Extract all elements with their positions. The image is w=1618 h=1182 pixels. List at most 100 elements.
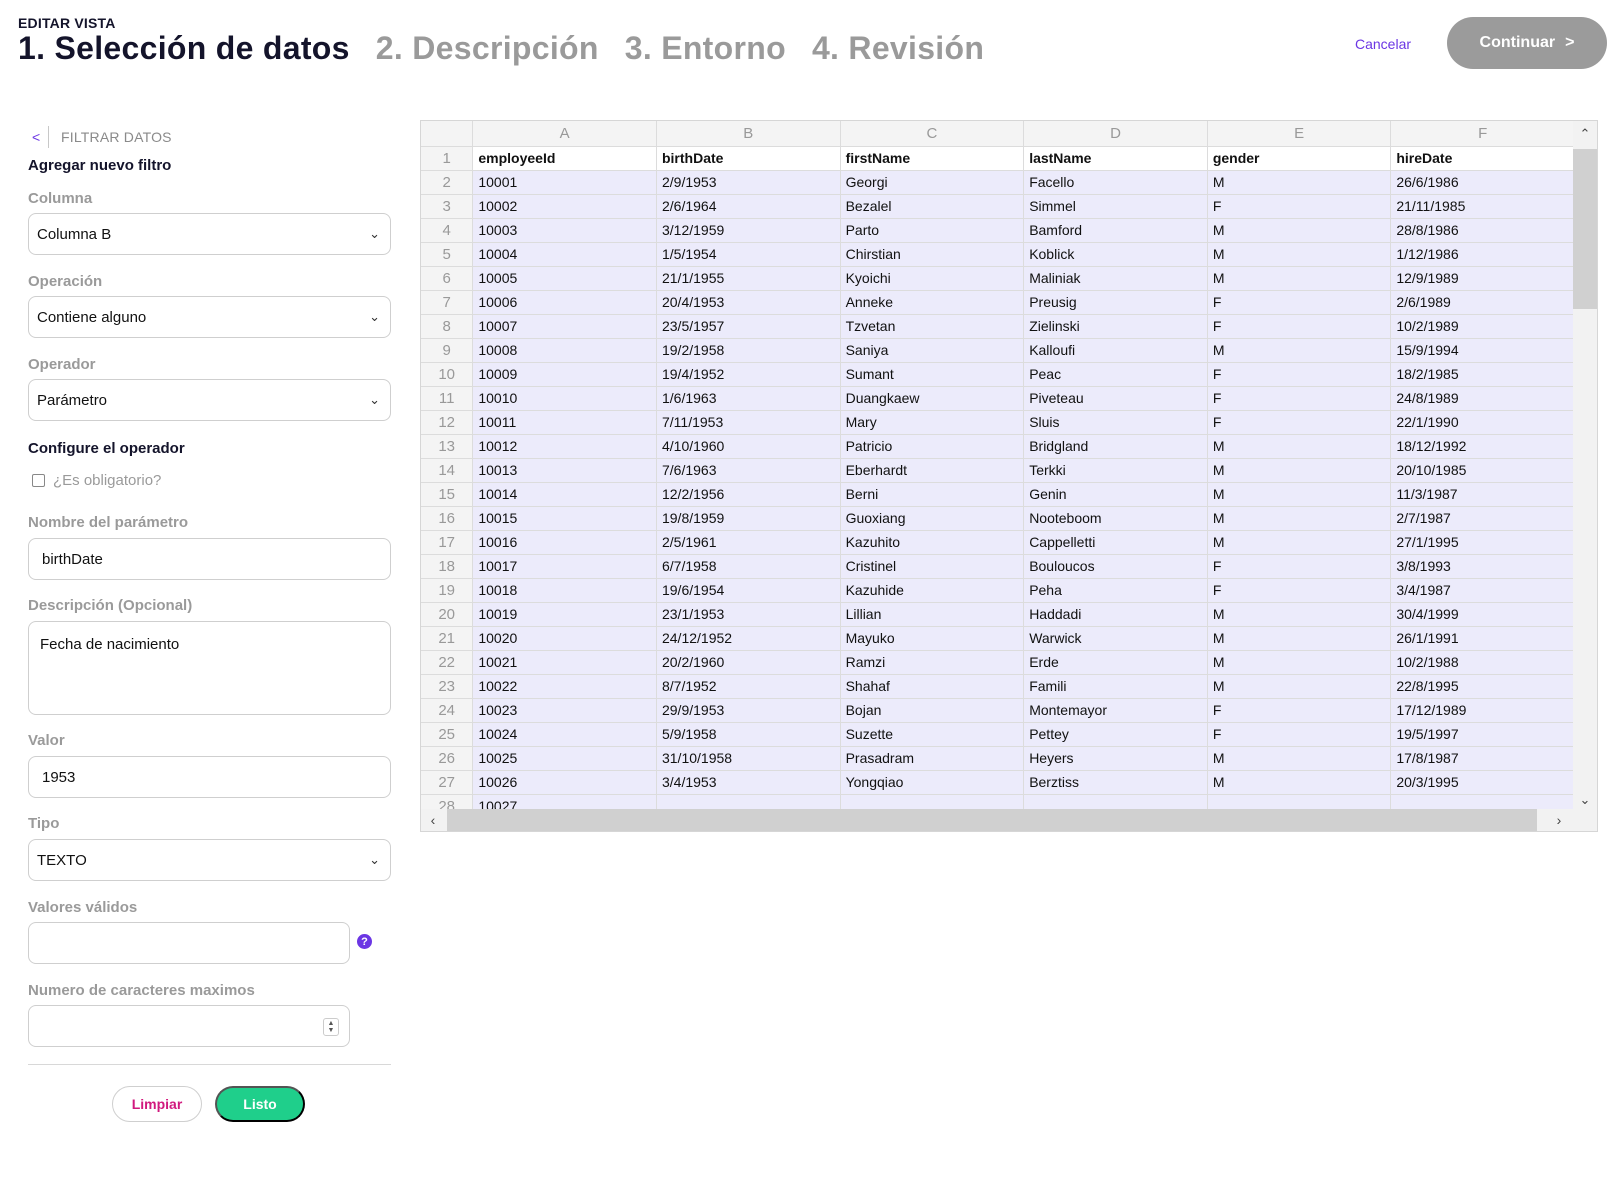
table-cell[interactable]: M <box>1207 482 1392 507</box>
table-cell[interactable]: 11/3/1987 <box>1390 482 1575 507</box>
scroll-left-icon[interactable]: ‹ <box>421 809 445 831</box>
column-letter-header[interactable]: F <box>1390 121 1575 147</box>
table-cell[interactable]: 2/9/1953 <box>656 170 841 195</box>
table-cell[interactable]: 19/2/1958 <box>656 338 841 363</box>
table-cell[interactable]: 10018 <box>472 578 657 603</box>
table-cell[interactable]: Sluis <box>1023 410 1208 435</box>
table-cell[interactable]: Heyers <box>1023 746 1208 771</box>
table-cell[interactable]: Suzette <box>840 722 1025 747</box>
table-cell[interactable]: Mary <box>840 410 1025 435</box>
table-cell[interactable]: F <box>1207 410 1392 435</box>
table-cell[interactable]: Lillian <box>840 602 1025 627</box>
row-number[interactable]: 20 <box>421 602 474 627</box>
table-cell[interactable]: Bridgland <box>1023 434 1208 459</box>
table-cell[interactable]: Georgi <box>840 170 1025 195</box>
table-cell[interactable]: 10022 <box>472 674 657 699</box>
scroll-right-icon[interactable]: › <box>1547 809 1571 831</box>
table-cell[interactable]: Duangkaew <box>840 386 1025 411</box>
table-cell[interactable]: 20/3/1995 <box>1390 770 1575 795</box>
table-cell[interactable]: 10004 <box>472 242 657 267</box>
table-cell[interactable]: 15/9/1994 <box>1390 338 1575 363</box>
table-cell[interactable]: 10/2/1988 <box>1390 650 1575 675</box>
row-number[interactable]: 24 <box>421 698 474 723</box>
horizontal-scrollbar[interactable]: ‹ › <box>421 809 1597 831</box>
description-textarea[interactable]: Fecha de nacimiento <box>28 621 391 715</box>
table-cell[interactable]: F <box>1207 578 1392 603</box>
table-cell[interactable]: Bamford <box>1023 218 1208 243</box>
table-cell[interactable]: 7/6/1963 <box>656 458 841 483</box>
table-cell[interactable]: Famili <box>1023 674 1208 699</box>
table-cell[interactable]: Facello <box>1023 170 1208 195</box>
step-3-environment[interactable]: 3. Entorno <box>625 30 786 67</box>
table-cell[interactable]: M <box>1207 770 1392 795</box>
table-cell[interactable]: 19/5/1997 <box>1390 722 1575 747</box>
cancel-link[interactable]: Cancelar <box>1355 36 1411 52</box>
table-cell[interactable]: 19/8/1959 <box>656 506 841 531</box>
param-name-input[interactable]: birthDate <box>28 538 391 580</box>
table-cell[interactable]: 23/1/1953 <box>656 602 841 627</box>
table-cell[interactable]: Kazuhito <box>840 530 1025 555</box>
table-cell[interactable]: Zielinski <box>1023 314 1208 339</box>
table-cell[interactable]: Patricio <box>840 434 1025 459</box>
row-number[interactable]: 16 <box>421 506 474 531</box>
table-cell[interactable]: 1/6/1963 <box>656 386 841 411</box>
table-cell[interactable]: M <box>1207 458 1392 483</box>
done-button[interactable]: Listo <box>215 1086 305 1122</box>
column-letter-header[interactable]: E <box>1207 121 1392 147</box>
row-number[interactable]: 6 <box>421 266 474 291</box>
valid-values-input[interactable] <box>28 922 350 964</box>
table-cell[interactable]: 10014 <box>472 482 657 507</box>
stepper-icon[interactable]: ▲ ▼ <box>323 1018 339 1036</box>
table-cell[interactable]: M <box>1207 674 1392 699</box>
table-cell[interactable]: 3/8/1993 <box>1390 554 1575 579</box>
table-cell[interactable]: 19/6/1954 <box>656 578 841 603</box>
table-cell[interactable]: 20/4/1953 <box>656 290 841 315</box>
row-number[interactable]: 5 <box>421 242 474 267</box>
table-cell[interactable]: M <box>1207 434 1392 459</box>
table-cell[interactable]: 10024 <box>472 722 657 747</box>
table-cell[interactable]: 29/9/1953 <box>656 698 841 723</box>
header-cell[interactable]: lastName <box>1023 146 1208 171</box>
table-cell[interactable]: M <box>1207 338 1392 363</box>
table-cell[interactable]: Shahaf <box>840 674 1025 699</box>
table-cell[interactable]: Preusig <box>1023 290 1208 315</box>
row-number[interactable]: 17 <box>421 530 474 555</box>
table-cell[interactable]: Nooteboom <box>1023 506 1208 531</box>
table-cell[interactable]: Pettey <box>1023 722 1208 747</box>
table-cell[interactable]: M <box>1207 242 1392 267</box>
column-select[interactable]: Columna B ⌄ <box>28 213 391 255</box>
table-cell[interactable]: Maliniak <box>1023 266 1208 291</box>
required-checkbox[interactable] <box>32 474 45 487</box>
table-cell[interactable]: M <box>1207 650 1392 675</box>
table-cell[interactable]: 22/8/1995 <box>1390 674 1575 699</box>
table-cell[interactable]: 3/12/1959 <box>656 218 841 243</box>
table-cell[interactable]: 10006 <box>472 290 657 315</box>
header-cell[interactable]: firstName <box>840 146 1025 171</box>
table-cell[interactable]: Eberhardt <box>840 458 1025 483</box>
row-number[interactable]: 19 <box>421 578 474 603</box>
table-cell[interactable]: 10012 <box>472 434 657 459</box>
row-number[interactable]: 10 <box>421 362 474 387</box>
table-cell[interactable]: Mayuko <box>840 626 1025 651</box>
table-cell[interactable]: 31/10/1958 <box>656 746 841 771</box>
step-4-review[interactable]: 4. Revisión <box>812 30 984 67</box>
required-checkbox-row[interactable]: ¿Es obligatorio? <box>32 472 161 489</box>
table-cell[interactable]: F <box>1207 194 1392 219</box>
table-cell[interactable]: Chirstian <box>840 242 1025 267</box>
row-number[interactable]: 25 <box>421 722 474 747</box>
max-chars-input[interactable]: ▲ ▼ <box>28 1005 350 1047</box>
table-cell[interactable]: 21/1/1955 <box>656 266 841 291</box>
table-cell[interactable]: Saniya <box>840 338 1025 363</box>
clear-button[interactable]: Limpiar <box>112 1086 202 1122</box>
table-cell[interactable]: 10016 <box>472 530 657 555</box>
table-cell[interactable]: 17/8/1987 <box>1390 746 1575 771</box>
column-letter-header[interactable]: B <box>656 121 841 147</box>
row-number[interactable]: 12 <box>421 410 474 435</box>
table-cell[interactable]: F <box>1207 290 1392 315</box>
table-cell[interactable]: Tzvetan <box>840 314 1025 339</box>
table-cell[interactable]: M <box>1207 506 1392 531</box>
table-cell[interactable]: Peha <box>1023 578 1208 603</box>
row-number[interactable]: 3 <box>421 194 474 219</box>
table-cell[interactable]: 10003 <box>472 218 657 243</box>
table-cell[interactable]: Anneke <box>840 290 1025 315</box>
